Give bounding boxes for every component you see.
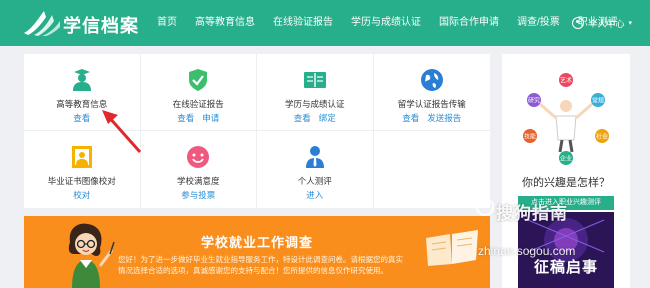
nav-survey-vote[interactable]: 调查/投票 (508, 0, 569, 46)
interest-label: 社会 (596, 133, 608, 141)
globe-icon (419, 67, 445, 93)
smile-icon (185, 144, 211, 170)
service-title: 毕业证书图像校对 (47, 176, 116, 186)
id-photo-icon (69, 144, 95, 170)
person-icon (302, 144, 328, 170)
main-nav: 首页 高等教育信息 在线验证报告 学历与成绩认证 国际合作申请 调查/投票 职业… (148, 0, 627, 46)
service-title: 在线验证报告 (172, 99, 224, 109)
vote-link[interactable]: 参与投票 (181, 189, 215, 201)
interest-label: 研究 (528, 97, 540, 105)
open-book-icon (426, 230, 478, 266)
service-study-abroad-report: 留学认证报告传输 查看 发送报告 (373, 54, 490, 131)
enter-link[interactable]: 进入 (306, 189, 323, 201)
service-title: 个人测评 (297, 176, 332, 186)
nav-degree-certification[interactable]: 学历与成绩认证 (342, 0, 430, 46)
interest-diagram-icon[interactable]: 艺术 常规 社会 企业 技能 研究 (514, 66, 618, 176)
bind-link[interactable]: 绑定 (319, 112, 336, 124)
interest-label: 常规 (592, 97, 604, 105)
service-higher-education: 高等教育信息 查看 (24, 54, 141, 131)
send-report-link[interactable]: 发送报告 (427, 112, 461, 124)
nav-international-cooperation[interactable]: 国际合作申请 (430, 0, 508, 46)
view-link[interactable]: 查看 (294, 112, 311, 124)
user-icon (572, 17, 585, 29)
banner-description: 您好！为了进一步做好毕业生就业指导服务工作，特设计此调查问卷。请根据您的真实情况… (118, 255, 403, 275)
empty-cell (374, 131, 491, 208)
nav-online-verification[interactable]: 在线验证报告 (264, 0, 342, 46)
interest-label: 技能 (524, 133, 536, 141)
top-header: 学信档案 首页 高等教育信息 在线验证报告 学历与成绩认证 国际合作申请 调查/… (0, 0, 650, 46)
watermark-title: 搜狗指南 (496, 204, 568, 223)
book-icon (302, 67, 328, 93)
view-link[interactable]: 查看 (177, 112, 194, 124)
user-center-label: 个人中心 (588, 18, 625, 29)
watermark-url: zhinan.sogou.com (478, 244, 576, 258)
girl-illustration-icon (68, 223, 115, 288)
service-title: 留学认证报告传输 (397, 99, 466, 109)
service-certificate-image-check: 毕业证书图像校对 校对 (24, 131, 141, 208)
service-title: 学历与成绩认证 (284, 99, 345, 109)
apply-link[interactable]: 申请 (202, 112, 219, 124)
brand-title[interactable]: 学信档案 (63, 12, 139, 38)
user-center-menu[interactable]: 个人中心 ▾ (572, 0, 632, 46)
view-link[interactable]: 查看 (402, 112, 419, 124)
nav-home[interactable]: 首页 (148, 0, 186, 46)
watermark-logo-icon (476, 198, 494, 216)
service-personal-assessment: 个人测评 进入 (257, 131, 374, 208)
banner-title: 学校就业工作调查 (200, 235, 313, 250)
service-school-satisfaction: 学校满意度 参与投票 (141, 131, 257, 208)
service-title: 学校满意度 (176, 176, 220, 186)
nav-higher-education[interactable]: 高等教育信息 (186, 0, 264, 46)
chevron-down-icon: ▾ (628, 20, 632, 27)
check-link[interactable]: 校对 (73, 189, 90, 201)
graduate-icon (69, 67, 95, 93)
service-grid: 高等教育信息 查看 在线验证报告 查看 申请 学历与成绩认证 查看 绑定 留学认… (24, 54, 490, 208)
interest-label: 企业 (560, 155, 572, 163)
promo-title: 征稿启事 (533, 259, 598, 276)
interest-question: 你的兴趣是怎样？ (522, 177, 610, 189)
interest-label: 艺术 (560, 77, 572, 85)
survey-banner[interactable]: 学校就业工作调查 您好！为了进一步做好毕业生就业指导服务工作，特设计此调查问卷。… (24, 216, 490, 288)
view-link[interactable]: 查看 (73, 112, 90, 124)
logo-icon[interactable] (22, 9, 62, 37)
service-online-verification: 在线验证报告 查看 申请 (140, 54, 257, 131)
service-degree-certification: 学历与成绩认证 查看 绑定 (257, 54, 374, 131)
service-title: 高等教育信息 (56, 99, 108, 109)
shield-check-icon (185, 67, 211, 93)
